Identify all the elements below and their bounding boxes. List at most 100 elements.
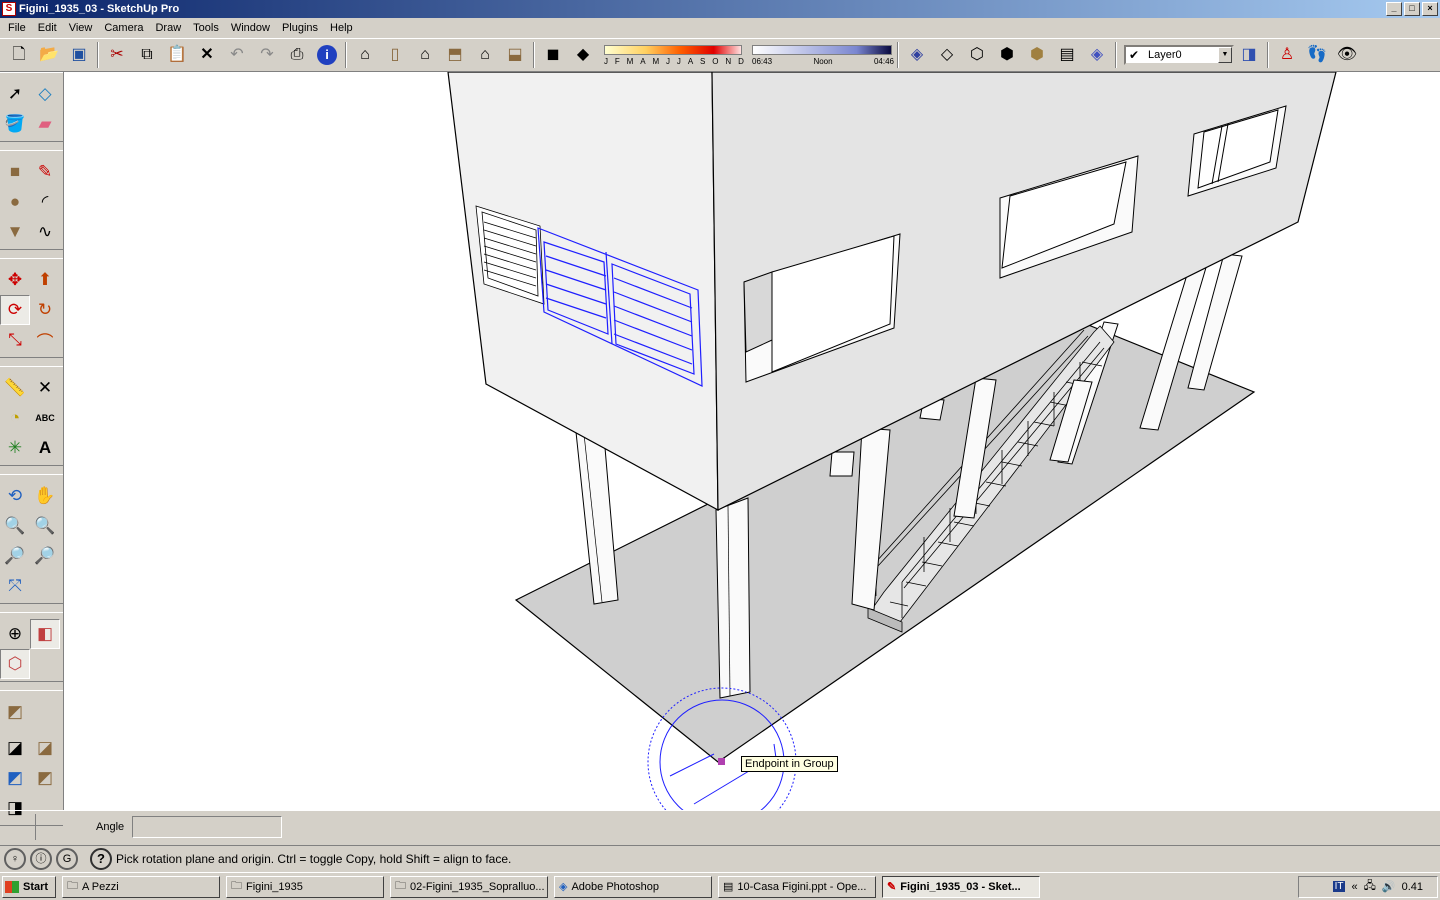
menu-camera[interactable]: Camera [98, 18, 149, 38]
arc-tool-icon[interactable]: ◜ [30, 187, 60, 217]
xray-mode-icon[interactable]: ◈ [1082, 41, 1112, 69]
geo-location-icon[interactable]: ♀ [4, 847, 26, 870]
walk-compass-icon[interactable]: ⊕ [0, 619, 30, 649]
next-view-icon[interactable]: 🔎 [30, 541, 60, 571]
walk-icon[interactable]: 👣 [1302, 41, 1332, 69]
credits-icon[interactable]: ⓘ [30, 847, 52, 870]
taskbar-item[interactable]: 🗀 Figini_1935 [226, 875, 384, 898]
volume-icon[interactable]: 🔊 [1382, 880, 1396, 893]
pan-hand-icon[interactable]: ✋ [30, 481, 60, 511]
menu-edit[interactable]: Edit [32, 18, 63, 38]
menu-window[interactable]: Window [225, 18, 276, 38]
tape-measure-icon[interactable]: 📏 [0, 373, 30, 403]
text-tool-icon[interactable]: ABC [30, 403, 60, 433]
paste-icon[interactable]: 📋 [162, 41, 192, 69]
measurements-input[interactable] [132, 815, 283, 838]
select-tool-icon[interactable]: ➚ [0, 79, 30, 109]
wireframe-icon[interactable]: ◇ [932, 41, 962, 69]
layer-manager-icon[interactable]: ◨ [1234, 41, 1264, 69]
zoom-window-icon[interactable]: 🔍 [30, 511, 60, 541]
sandbox-icon[interactable]: ◩ [0, 697, 30, 727]
sandbox-smoove-icon[interactable]: ◩ [0, 763, 30, 793]
cut-icon[interactable]: ✂ [102, 41, 132, 69]
xray-icon[interactable]: ◈ [902, 41, 932, 69]
monochrome-icon[interactable]: ▤ [1052, 41, 1082, 69]
front-view-icon[interactable]: ⌂ [410, 41, 440, 69]
erase-icon[interactable]: ✕ [192, 41, 222, 69]
language-indicator[interactable]: IT [1332, 881, 1346, 892]
hidden-line-icon[interactable]: ⬡ [962, 41, 992, 69]
scale-tool-icon[interactable]: ⤡ [0, 325, 30, 355]
section-plane-icon[interactable]: ◧ [30, 619, 60, 649]
shaded-textures-icon[interactable]: ⬢ [1022, 41, 1052, 69]
sandbox-contours-icon[interactable]: ◪ [0, 733, 30, 763]
sandbox-stamp-icon[interactable]: ◩ [30, 763, 60, 793]
top-view-icon[interactable]: ▯ [380, 41, 410, 69]
display-shadows-icon[interactable]: ◆ [568, 41, 598, 69]
eraser-icon[interactable]: ▰ [30, 109, 60, 139]
save-icon[interactable]: ▣ [64, 41, 94, 69]
close-button[interactable]: × [1422, 2, 1438, 16]
axes-tool-icon[interactable]: ✳ [0, 433, 30, 463]
rotate-tool-icon[interactable]: ⟳ [0, 295, 30, 325]
back-view-icon[interactable]: ⌂ [470, 41, 500, 69]
shadow-date-slider[interactable]: J F M A M J J A S O N D [604, 41, 744, 69]
make-component-icon[interactable]: ◇ [30, 79, 60, 109]
taskbar-item[interactable]: 🗀 A Pezzi [62, 875, 220, 898]
paint-bucket-icon[interactable]: 🪣 [0, 109, 30, 139]
start-button[interactable]: Start [2, 875, 56, 898]
protractor-icon[interactable]: ◔ [0, 403, 30, 433]
offset-tool-icon[interactable]: ⌒ [30, 325, 60, 355]
shadow-time-slider[interactable]: 06:43 Noon 04:46 [752, 41, 894, 69]
sign-in-icon[interactable]: G [56, 847, 78, 870]
menu-view[interactable]: View [63, 18, 99, 38]
freehand-icon[interactable]: ∿ [30, 217, 60, 247]
section-display-icon[interactable]: ⬡ [0, 649, 30, 679]
iso-view-icon[interactable]: ⌂ [350, 41, 380, 69]
left-view-icon[interactable]: ⬓ [500, 41, 530, 69]
zoom-icon[interactable]: 🔍 [0, 511, 30, 541]
copy-icon[interactable]: ⧉ [132, 41, 162, 69]
layer-dropdown[interactable]: ✔ Layer0 ▼ [1124, 45, 1234, 65]
new-file-icon[interactable]: 🗋 [4, 41, 34, 69]
previous-view-icon[interactable]: 🔎 [0, 541, 30, 571]
circle-tool-icon[interactable]: ● [0, 187, 30, 217]
dimension-icon[interactable]: ✕ [30, 373, 60, 403]
help-icon[interactable]: ? [90, 847, 112, 870]
chevron-down-icon[interactable]: ▼ [1218, 47, 1232, 63]
maximize-button[interactable]: □ [1404, 2, 1420, 16]
menu-draw[interactable]: Draw [149, 18, 187, 38]
collapse-tray-icon[interactable]: « [1351, 881, 1357, 893]
minimize-button[interactable]: _ [1386, 2, 1402, 16]
polygon-tool-icon[interactable]: ▼ [0, 217, 30, 247]
3d-text-icon[interactable]: A [30, 433, 60, 463]
modeling-viewport[interactable]: Endpoint in Group [64, 72, 1440, 810]
model-info-icon[interactable]: i [312, 41, 342, 69]
menu-file[interactable]: File [2, 18, 32, 38]
shaded-icon[interactable]: ⬢ [992, 41, 1022, 69]
orbit-icon[interactable]: ⟲ [0, 481, 30, 511]
rectangle-tool-icon[interactable]: ■ [0, 157, 30, 187]
redo-icon[interactable]: ↷ [252, 41, 282, 69]
network-icon[interactable]: 🖧 [1364, 877, 1376, 896]
position-camera-icon[interactable]: ♙ [1272, 41, 1302, 69]
zoom-extents-icon[interactable]: ⤧ [0, 571, 30, 601]
menu-help[interactable]: Help [324, 18, 359, 38]
menu-tools[interactable]: Tools [187, 18, 225, 38]
follow-me-icon[interactable]: ↻ [30, 295, 60, 325]
push-pull-icon[interactable]: ⬆ [30, 265, 60, 295]
look-around-icon[interactable]: 👁 [1332, 41, 1362, 69]
undo-icon[interactable]: ↶ [222, 41, 252, 69]
open-folder-icon[interactable]: 📂 [34, 41, 64, 69]
print-icon[interactable]: ⎙ [282, 41, 312, 69]
shadow-settings-icon[interactable]: ◼ [538, 41, 568, 69]
taskbar-item-active[interactable]: ✎ Figini_1935_03 - Sket... [882, 875, 1040, 898]
right-view-icon[interactable]: ⬒ [440, 41, 470, 69]
menu-plugins[interactable]: Plugins [276, 18, 324, 38]
move-tool-icon[interactable]: ✥ [0, 265, 30, 295]
taskbar-item[interactable]: 🗀 02-Figini_1935_Sopralluo... [390, 875, 548, 898]
sandbox-scratch-icon[interactable]: ◪ [30, 733, 60, 763]
taskbar-item[interactable]: ▤ 10-Casa Figini.ppt - Ope... [718, 875, 876, 898]
pencil-icon[interactable]: ✎ [30, 157, 60, 187]
taskbar-item[interactable]: ◈ Adobe Photoshop [554, 875, 712, 898]
